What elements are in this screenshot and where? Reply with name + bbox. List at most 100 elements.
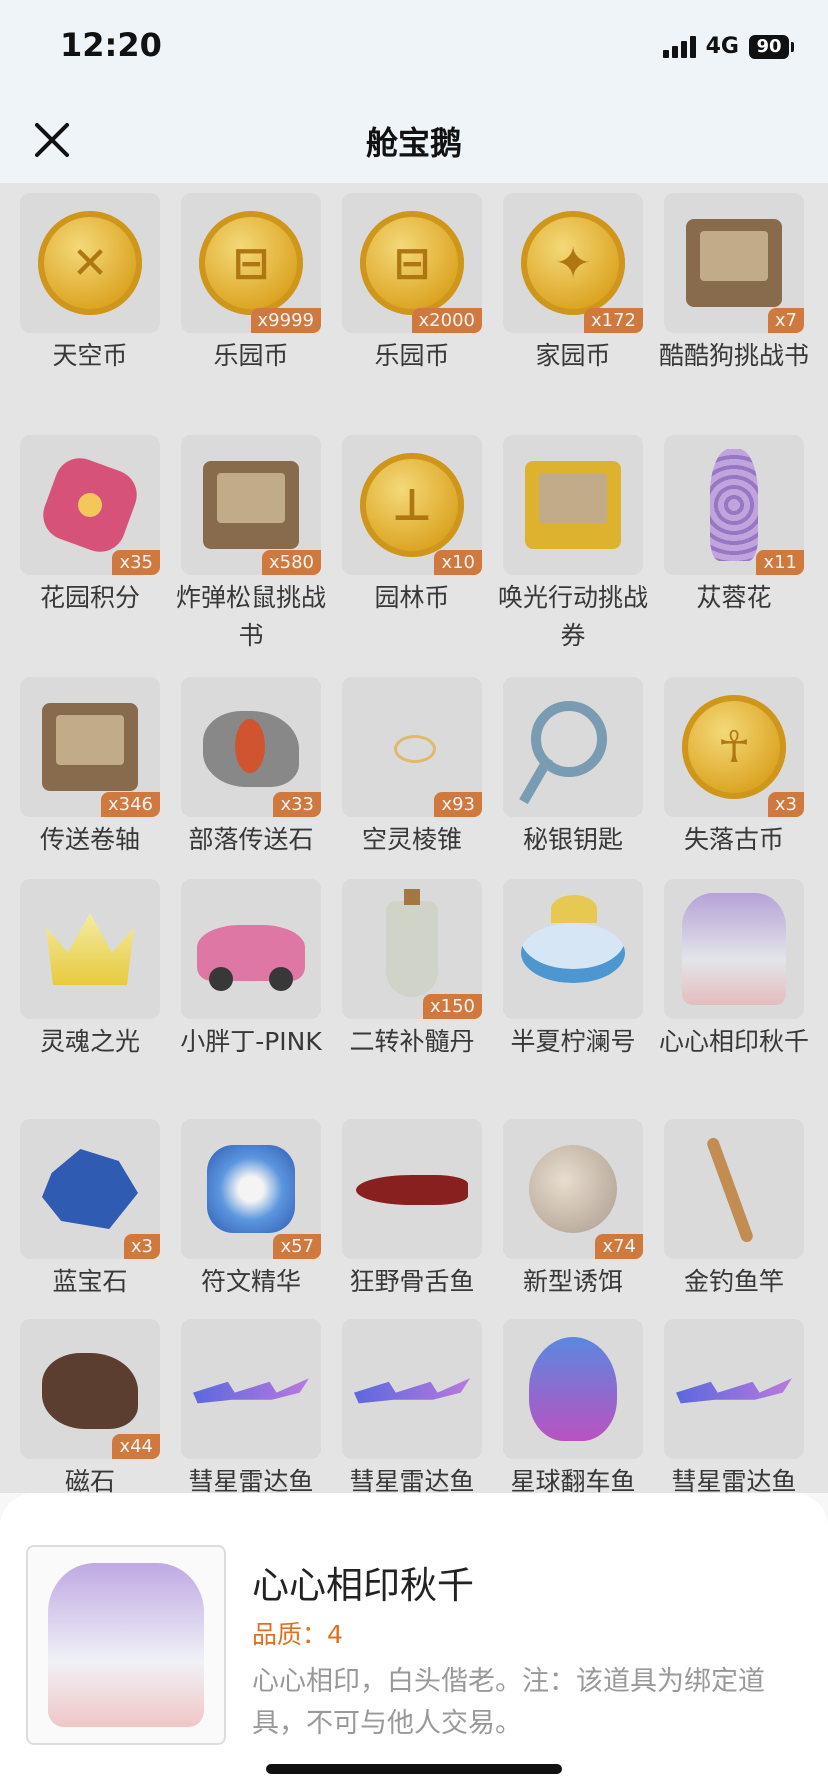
swing-icon (682, 893, 786, 1005)
item-cell[interactable]: x346 传送卷轴 (10, 677, 170, 859)
item-cell[interactable]: x7 酷酷狗挑战书 (654, 193, 814, 375)
battery-icon: 90 (749, 34, 794, 59)
item-cell[interactable]: 星球翻车鱼 (493, 1319, 653, 1501)
item-detail-sheet: 心心相印秋千 品质：4 心心相印，白头偕老。注：该道具为绑定道具，不可与他人交易… (0, 1493, 828, 1792)
item-cell[interactable]: 半夏柠澜号 (493, 879, 653, 1061)
item-cell[interactable]: 灵魂之光 (10, 879, 170, 1061)
item-name: 酷酷狗挑战书 (658, 341, 809, 370)
item-name: 半夏柠澜号 (510, 1027, 636, 1056)
item-count-badge: x74 (595, 1234, 643, 1259)
item-cell[interactable]: ✦ x172 家园币 (493, 193, 653, 375)
detail-title: 心心相印秋千 (252, 1564, 474, 1607)
item-cell[interactable]: ✕ 天空币 (10, 193, 170, 375)
fishing-rod-icon (705, 1136, 755, 1244)
page-title: 舱宝鹅 (365, 124, 462, 162)
item-cell[interactable]: 唤光行动挑战券 (493, 435, 653, 655)
item-name: 失落古币 (683, 825, 784, 854)
item-name: 部落传送石 (188, 825, 314, 854)
ancient-coin-icon: ☥ (682, 695, 786, 799)
item-cell[interactable]: 彗星雷达鱼 (654, 1319, 814, 1501)
item-count-badge: x346 (100, 792, 160, 817)
item-cell[interactable]: ☥ x3 失落古币 (654, 677, 814, 859)
item-count-badge: x33 (273, 792, 321, 817)
item-name: 空灵棱锥 (361, 825, 462, 854)
paradise-coin-icon: ⊟ (360, 211, 464, 315)
item-cell[interactable]: 彗星雷达鱼 (332, 1319, 492, 1501)
comet-fish-icon (354, 1378, 470, 1404)
item-cell[interactable]: 狂野骨舌鱼 (332, 1119, 492, 1301)
item-name: 灵魂之光 (39, 1027, 140, 1056)
item-count-badge: x9999 (250, 308, 321, 333)
item-name: 传送卷轴 (39, 825, 140, 854)
item-name: 炸弹松鼠挑战书 (175, 583, 326, 650)
item-name: 新型诱饵 (522, 1267, 623, 1296)
item-count-badge: x150 (422, 994, 482, 1019)
item-cell[interactable]: 小胖丁-PINK (171, 879, 331, 1061)
item-cell[interactable]: x3 蓝宝石 (10, 1119, 170, 1301)
garden-coin-icon: ⊥ (360, 453, 464, 557)
item-cell[interactable]: ⊟ x9999 乐园币 (171, 193, 331, 375)
sky-coin-icon: ✕ (38, 211, 142, 315)
network-label: 4G (705, 34, 739, 59)
item-name: 符文精华 (200, 1267, 301, 1296)
sapphire-icon (42, 1149, 138, 1229)
item-cell[interactable]: ⊥ x10 园林币 (332, 435, 492, 617)
item-name: 花园积分 (39, 583, 140, 612)
rune-essence-icon (207, 1145, 295, 1233)
detail-thumbnail (26, 1545, 226, 1745)
item-name: 蓝宝石 (52, 1267, 128, 1296)
item-name: 家园币 (535, 341, 611, 370)
item-name: 心心相印秋千 (658, 1027, 809, 1056)
item-cell[interactable]: 彗星雷达鱼 (171, 1319, 331, 1501)
mithril-key-icon (531, 701, 607, 777)
status-icons: 4G 90 (662, 34, 794, 59)
item-cell[interactable]: ⊟ x2000 乐园币 (332, 193, 492, 375)
item-name: 二转补髓丹 (349, 1027, 475, 1056)
item-name: 秘银钥匙 (522, 825, 623, 854)
item-cell[interactable]: 秘银钥匙 (493, 677, 653, 859)
item-cell[interactable]: x11 苁蓉花 (654, 435, 814, 617)
garden-flower-icon (36, 451, 144, 559)
wanted-scroll-icon (203, 461, 299, 549)
item-count-badge: x11 (756, 550, 804, 575)
detail-description: 心心相印，白头偕老。注：该道具为绑定道具，不可与他人交易。 (252, 1666, 765, 1739)
item-cell[interactable]: x57 符文精华 (171, 1119, 331, 1301)
challenge-ticket-icon (525, 461, 621, 549)
item-cell[interactable]: x150 二转补髓丹 (332, 879, 492, 1061)
ethereal-pyramid-icon (394, 735, 436, 763)
item-cell[interactable]: x44 磁石 (10, 1319, 170, 1501)
item-name: 乐园币 (374, 341, 450, 370)
item-cell-selected[interactable]: 心心相印秋千 (654, 879, 814, 1061)
detail-quality: 品质：4 (252, 1620, 343, 1649)
item-count-badge: x7 (767, 308, 804, 333)
item-name: 苁蓉花 (696, 583, 772, 612)
home-coin-icon: ✦ (521, 211, 625, 315)
item-name: 金钓鱼竿 (683, 1267, 784, 1296)
home-indicator[interactable] (266, 1764, 562, 1774)
item-cell[interactable]: x74 新型诱饵 (493, 1119, 653, 1301)
item-count-badge: x10 (434, 550, 482, 575)
item-count-badge: x57 (273, 1234, 321, 1259)
item-count-badge: x44 (112, 1434, 160, 1459)
soul-light-icon (46, 913, 134, 985)
paradise-coin-icon: ⊟ (199, 211, 303, 315)
item-name: 园林币 (374, 583, 450, 612)
teleport-stone-icon (203, 711, 299, 787)
item-count-badge: x2000 (411, 308, 482, 333)
item-count-badge: x93 (434, 792, 482, 817)
item-cell[interactable]: 金钓鱼竿 (654, 1119, 814, 1301)
item-name: 狂野骨舌鱼 (349, 1267, 475, 1296)
teleport-scroll-icon (42, 703, 138, 791)
item-count-badge: x3 (123, 1234, 160, 1259)
boat-icon (521, 895, 625, 983)
item-cell[interactable]: x33 部落传送石 (171, 677, 331, 859)
arowana-fish-icon (356, 1175, 468, 1205)
item-cell[interactable]: x580 炸弹松鼠挑战书 (171, 435, 331, 655)
item-count-badge: x172 (583, 308, 643, 333)
comet-fish-icon (193, 1378, 309, 1404)
item-cell[interactable]: x35 花园积分 (10, 435, 170, 617)
item-cell[interactable]: x93 空灵棱锥 (332, 677, 492, 859)
status-time: 12:20 (60, 26, 162, 64)
item-name: 唤光行动挑战券 (497, 583, 648, 650)
item-name: 天空币 (52, 341, 128, 370)
